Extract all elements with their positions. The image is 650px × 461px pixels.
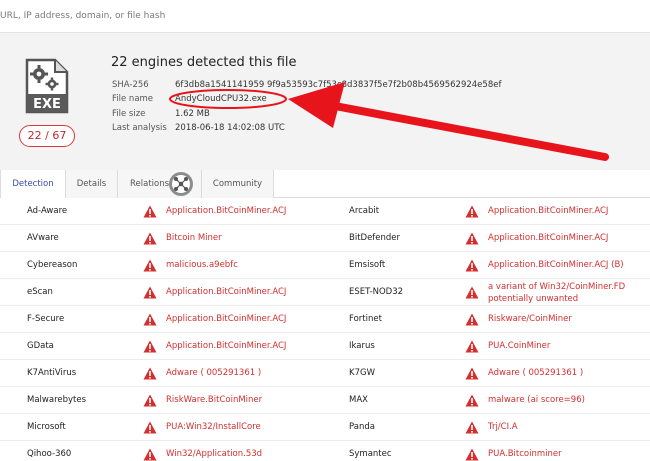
- relations-graph-icon: [168, 171, 194, 201]
- search-input[interactable]: [0, 6, 640, 26]
- warning-icon: [143, 340, 157, 356]
- detection-result: Adware ( 005291361 ): [488, 368, 584, 378]
- warning-icon: [465, 367, 479, 383]
- tab-bar: Detection Details Relations Community: [0, 170, 650, 198]
- engine-name: F-Secure: [27, 314, 65, 324]
- warning-icon: [465, 448, 479, 461]
- exe-file-icon: EXE: [25, 58, 69, 118]
- warning-icon: [143, 259, 157, 275]
- warning-icon: [143, 421, 157, 437]
- engine-name: Microsoft: [27, 422, 66, 432]
- engine-name: Ad-Aware: [27, 206, 68, 216]
- table-row: K7AntiVirus Adware ( 005291361 ) K7GW Ad…: [0, 360, 650, 387]
- detection-result: malicious.a9ebfc: [166, 260, 238, 270]
- engine-name: Cybereason: [27, 260, 78, 270]
- table-row: GData Application.BitCoinMiner.ACJ Ikaru…: [0, 333, 650, 360]
- engine-name: Malwarebytes: [27, 395, 87, 405]
- table-row: Cybereason malicious.a9ebfc Emsisoft App…: [0, 252, 650, 279]
- warning-icon: [465, 340, 479, 356]
- file-summary-panel: [0, 33, 650, 170]
- detection-result: Application.BitCoinMiner.ACJ: [166, 287, 287, 297]
- warning-icon: [465, 286, 479, 302]
- tab-community[interactable]: Community: [202, 170, 274, 198]
- warning-icon: [465, 232, 479, 248]
- engine-name: BitDefender: [349, 233, 401, 243]
- warning-icon: [143, 313, 157, 329]
- file-type-label: EXE: [33, 97, 61, 112]
- table-row: Malwarebytes RiskWare.BitCoinMiner MAX m…: [0, 387, 650, 414]
- table-row: eScan Application.BitCoinMiner.ACJ ESET-…: [0, 279, 650, 306]
- warning-icon: [143, 205, 157, 221]
- search-bar: [0, 0, 650, 33]
- detection-result: Application.BitCoinMiner.ACJ (B): [488, 260, 624, 270]
- warning-icon: [143, 394, 157, 410]
- detection-result: Application.BitCoinMiner.ACJ: [166, 314, 287, 324]
- engine-name: Arcabit: [349, 206, 380, 216]
- engine-name: Ikarus: [349, 341, 375, 351]
- warning-icon: [143, 286, 157, 302]
- engine-name: K7AntiVirus: [27, 368, 77, 378]
- detection-result: Riskware/CoinMiner: [488, 314, 572, 324]
- detection-result: malware (ai score=96): [488, 395, 585, 405]
- file-size-value: 1.62 MB: [175, 109, 210, 119]
- warning-icon: [143, 448, 157, 461]
- table-row: Qihoo-360 Win32/Application.53d Symantec…: [0, 441, 650, 461]
- warning-icon: [143, 367, 157, 383]
- tab-details[interactable]: Details: [66, 170, 118, 198]
- detection-result: PUA.Bitcoinminer: [488, 449, 562, 459]
- last-analysis-value: 2018-06-18 14:02:08 UTC: [175, 123, 285, 133]
- last-analysis-label: Last analysis: [112, 123, 167, 133]
- engine-name: MAX: [349, 395, 368, 405]
- detection-result: Application.BitCoinMiner.ACJ: [166, 206, 287, 216]
- engine-name: K7GW: [349, 368, 375, 378]
- detection-result: a variant of Win32/CoinMiner.FD potentia…: [488, 282, 626, 304]
- detection-result: Application.BitCoinMiner.ACJ: [488, 206, 609, 216]
- file-size-label: File size: [112, 109, 146, 119]
- engine-name: AVware: [27, 233, 59, 243]
- detection-result: PUA.CoinMiner: [488, 341, 551, 351]
- warning-icon: [465, 259, 479, 275]
- sha256-value[interactable]: 6f3db8a1541141959 9f9a53593c7f53c8d3837f…: [175, 79, 501, 91]
- engine-name: GData: [27, 341, 54, 351]
- detection-result: Win32/Application.53d: [166, 449, 263, 459]
- table-row: Ad-Aware Application.BitCoinMiner.ACJ Ar…: [0, 198, 650, 225]
- detection-result: Bitcoin Miner: [166, 233, 222, 243]
- warning-icon: [465, 205, 479, 221]
- sha256-label: SHA-256: [112, 80, 149, 90]
- detection-result: Application.BitCoinMiner.ACJ: [166, 341, 287, 351]
- warning-icon: [465, 394, 479, 410]
- tab-detection[interactable]: Detection: [0, 170, 66, 198]
- detection-result: Application.BitCoinMiner.ACJ: [488, 233, 609, 243]
- table-row: AVware Bitcoin Miner BitDefender Applica…: [0, 225, 650, 252]
- engine-name: Symantec: [349, 449, 392, 459]
- table-row: Microsoft PUA:Win32/InstallCore Panda Tr…: [0, 414, 650, 441]
- file-name-label: File name: [112, 94, 154, 104]
- page-title: 22 engines detected this file: [111, 55, 297, 70]
- detection-result: RiskWare.BitCoinMiner: [166, 395, 263, 405]
- detection-result: Adware ( 005291361 ): [166, 368, 262, 378]
- engine-name: Emsisoft: [349, 260, 386, 270]
- warning-icon: [465, 313, 479, 329]
- engine-name: ESET-NOD32: [349, 287, 404, 297]
- engine-name: eScan: [27, 287, 53, 297]
- detection-result: Trj/CI.A: [488, 422, 518, 432]
- engine-name: Fortinet: [349, 314, 382, 324]
- engine-name: Qihoo-360: [27, 449, 72, 459]
- table-row: F-Secure Application.BitCoinMiner.ACJ Fo…: [0, 306, 650, 333]
- detection-result: PUA:Win32/InstallCore: [166, 422, 261, 432]
- engine-name: Panda: [349, 422, 375, 432]
- warning-icon: [143, 232, 157, 248]
- file-name-value: AndyCloudCPU32.exe: [175, 94, 267, 104]
- detection-score-badge: 22 / 67: [19, 125, 75, 147]
- warning-icon: [465, 421, 479, 437]
